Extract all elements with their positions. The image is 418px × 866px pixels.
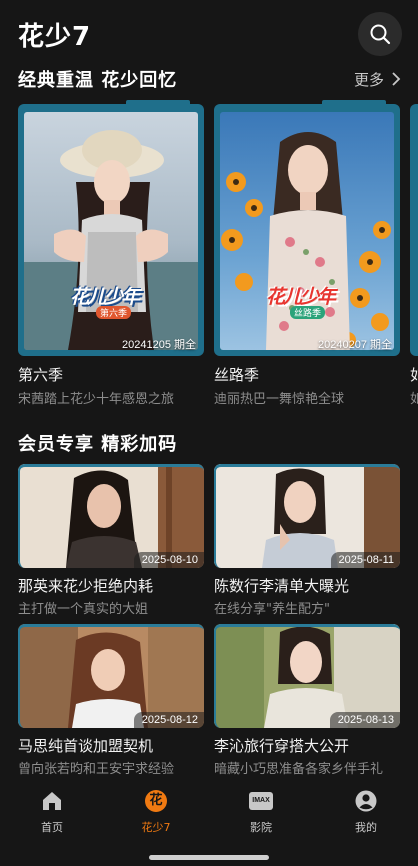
imax-icon: IMAX: [249, 792, 273, 810]
card-title[interactable]: 丝路季: [214, 364, 259, 385]
clip-title[interactable]: 那英来花少拒绝内耗: [18, 575, 153, 596]
show-logo: 花儿少年 第六季: [70, 286, 140, 319]
clip-card[interactable]: 2025-08-13: [214, 624, 400, 728]
home-indicator[interactable]: [149, 855, 269, 860]
header: 花少7: [0, 0, 418, 62]
section-title-vip: 会员专享 精彩加码: [18, 434, 178, 455]
profile-icon: [355, 790, 377, 812]
show-logo: 花儿少年 丝路季: [266, 286, 336, 319]
flower-icon: 花: [145, 790, 167, 812]
clip-subtitle: 在线分享"养生配方": [214, 602, 330, 617]
clip-title[interactable]: 马思纯首谈加盟契机: [18, 735, 153, 756]
chevron-right-icon[interactable]: [391, 71, 401, 87]
clip-date: 2025-08-13: [329, 712, 400, 728]
poster-card-partial[interactable]: [410, 104, 418, 356]
clip-card[interactable]: 2025-08-12: [18, 624, 204, 728]
poster-card-season6[interactable]: 花儿少年 第六季 20241205 期全: [18, 100, 204, 356]
poster-card-silkroad[interactable]: 花儿少年 丝路季 20240207 期全: [214, 100, 400, 356]
card-subtitle: 如: [410, 392, 418, 407]
tab-profile[interactable]: 我的: [331, 790, 401, 840]
clip-subtitle: 主打做一个真实的大姐: [18, 602, 149, 617]
tab-huashao7[interactable]: 花 花少7: [121, 790, 191, 840]
section-title-classics: 经典重温 花少回忆: [18, 70, 178, 91]
clip-title[interactable]: 陈数行李清单大曝光: [214, 575, 349, 596]
card-subtitle: 迪丽热巴一舞惊艳全球: [214, 392, 345, 407]
bottom-tab-bar: 首页 花 花少7 IMAX 影院 我的: [0, 780, 418, 866]
episode-date: 20241205 期全: [122, 339, 196, 351]
clip-card[interactable]: 2025-08-11: [214, 464, 400, 568]
clip-card[interactable]: 2025-08-10: [18, 464, 204, 568]
page-title: 花少7: [18, 22, 92, 52]
clip-subtitle: 曾向张若昀和王安宇求经验: [18, 762, 175, 777]
card-title[interactable]: 如: [410, 364, 418, 385]
clip-subtitle: 暗藏小巧思准备各家乡伴手礼: [214, 762, 384, 777]
card-subtitle: 宋茜踏上花少十年感恩之旅: [18, 392, 175, 407]
card-title[interactable]: 第六季: [18, 364, 63, 385]
tab-cinema[interactable]: IMAX 影院: [226, 790, 296, 840]
clip-date: 2025-08-11: [330, 552, 400, 568]
clip-date: 2025-08-10: [133, 552, 204, 568]
episode-date: 20240207 期全: [318, 339, 392, 351]
clip-title[interactable]: 李沁旅行穿搭大公开: [214, 735, 349, 756]
clip-date: 2025-08-12: [133, 712, 204, 728]
tab-home[interactable]: 首页: [17, 790, 87, 840]
search-icon: [370, 24, 391, 45]
home-icon: [43, 792, 61, 810]
search-button[interactable]: [358, 12, 402, 56]
more-link[interactable]: 更多: [354, 69, 384, 90]
